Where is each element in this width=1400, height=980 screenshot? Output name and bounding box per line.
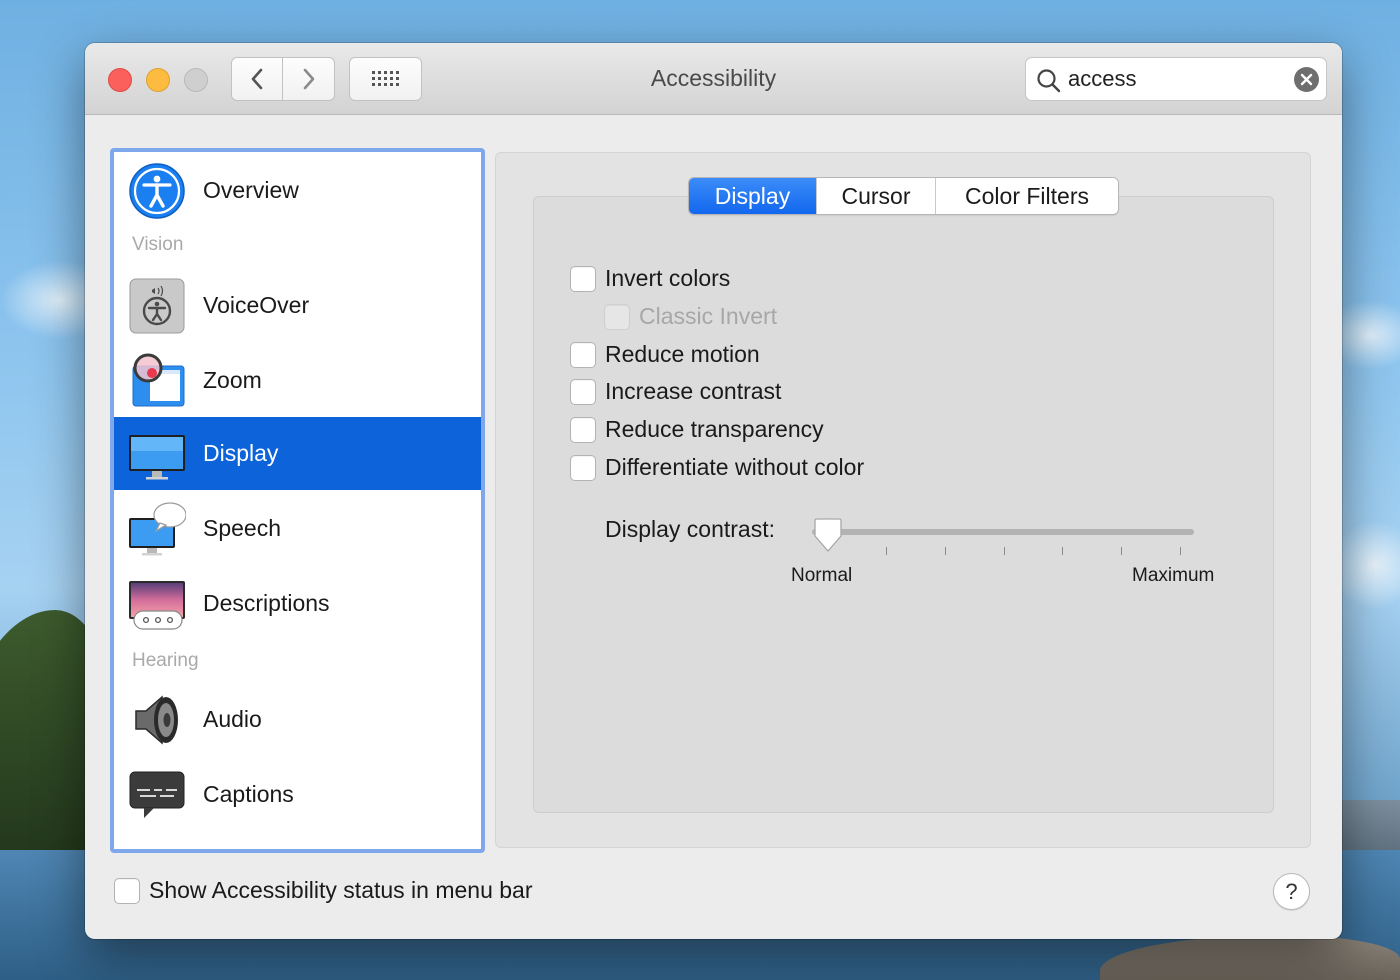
sidebar-item-voiceover[interactable]: VoiceOver <box>114 269 481 342</box>
title-bar: Accessibility <box>85 43 1342 115</box>
show-status-in-menu-bar-option[interactable]: Show Accessibility status in menu bar <box>114 877 533 904</box>
tab-color-filters[interactable]: Color Filters <box>936 178 1118 214</box>
zoom-magnifier-icon <box>132 353 185 407</box>
slider-tick <box>886 547 887 555</box>
sidebar-item-label: VoiceOver <box>203 292 310 318</box>
display-contrast-label: Display contrast: <box>605 516 776 542</box>
display-options-box: Invert colors Classic Invert Reduce moti… <box>533 196 1274 813</box>
sidebar-item-captions[interactable]: Captions <box>114 758 481 831</box>
tab-cursor[interactable]: Cursor <box>817 178 936 214</box>
descriptions-icon <box>129 581 185 630</box>
sidebar-item-label: Speech <box>203 515 282 541</box>
classic-invert-option: Classic Invert <box>604 303 777 330</box>
classic-invert-label: Classic Invert <box>639 303 778 329</box>
sidebar-list: Overview Vision VoiceOver Zoom Display S… <box>110 148 485 853</box>
slider-tick <box>1121 547 1122 555</box>
differentiate-without-color-checkbox[interactable] <box>570 454 596 481</box>
sidebar-item-descriptions[interactable]: Descriptions <box>114 567 481 640</box>
invert-colors-option[interactable]: Invert colors <box>570 265 730 292</box>
settings-pane: Display Cursor Color Filters Invert colo… <box>495 152 1311 848</box>
sidebar-item-overview[interactable]: Overview <box>114 154 481 227</box>
slider-tick <box>1004 547 1005 555</box>
speaker-icon <box>135 695 178 745</box>
slider-tick <box>945 547 946 555</box>
classic-invert-checkbox <box>604 303 630 330</box>
monitor-icon <box>129 435 185 480</box>
reduce-transparency-checkbox[interactable] <box>570 416 596 443</box>
sidebar-item-audio[interactable]: Audio <box>114 683 481 756</box>
slider-min-label: Normal <box>791 565 853 586</box>
increase-contrast-checkbox[interactable] <box>570 378 596 405</box>
display-contrast-slider-thumb[interactable] <box>812 518 844 554</box>
tab-display[interactable]: Display <box>689 178 817 214</box>
increase-contrast-option[interactable]: Increase contrast <box>570 378 781 405</box>
voiceover-icon <box>129 278 185 334</box>
display-contrast-slider-track[interactable] <box>812 529 1194 535</box>
sidebar-item-label: Display <box>203 440 279 466</box>
reduce-transparency-label: Reduce transparency <box>605 416 824 442</box>
slider-tick <box>1062 547 1063 555</box>
search-field[interactable] <box>1025 57 1327 101</box>
clear-x-icon <box>1300 73 1313 86</box>
sidebar-item-label: Zoom <box>203 367 262 393</box>
invert-colors-checkbox[interactable] <box>570 265 596 292</box>
slider-tick <box>1180 547 1181 555</box>
tab-bar: Display Cursor Color Filters <box>688 177 1119 215</box>
reduce-motion-label: Reduce motion <box>605 341 760 367</box>
section-header-vision: Vision <box>132 234 184 255</box>
sidebar-item-label: Overview <box>203 177 299 203</box>
sidebar-item-zoom[interactable]: Zoom <box>114 344 481 417</box>
sidebar-item-display[interactable]: Display <box>114 417 481 490</box>
differentiate-without-color-label: Differentiate without color <box>605 454 865 480</box>
sidebar-item-label: Audio <box>203 706 262 732</box>
invert-colors-label: Invert colors <box>605 265 731 291</box>
section-header-hearing: Hearing <box>132 650 199 671</box>
show-status-checkbox[interactable] <box>114 877 140 904</box>
reduce-transparency-option[interactable]: Reduce transparency <box>570 416 824 443</box>
captions-icon <box>129 771 185 818</box>
sidebar-item-label: Captions <box>203 781 294 807</box>
reduce-motion-checkbox[interactable] <box>570 341 596 368</box>
sidebar-item-speech[interactable]: Speech <box>114 492 481 565</box>
sidebar-item-label: Descriptions <box>203 590 330 616</box>
reduce-motion-option[interactable]: Reduce motion <box>570 341 760 368</box>
slider-max-label: Maximum <box>1132 565 1215 586</box>
preferences-window: Accessibility Overview <box>85 43 1342 939</box>
help-button[interactable]: ? <box>1273 873 1310 910</box>
clear-search-button[interactable] <box>1294 67 1319 92</box>
show-status-label: Show Accessibility status in menu bar <box>149 877 533 903</box>
magnifier-icon <box>1037 69 1061 93</box>
increase-contrast-label: Increase contrast <box>605 378 782 404</box>
accessibility-person-icon <box>129 163 185 219</box>
search-input[interactable] <box>1068 66 1288 92</box>
differentiate-without-color-option[interactable]: Differentiate without color <box>570 454 864 481</box>
speech-bubble-monitor-icon <box>129 502 186 556</box>
